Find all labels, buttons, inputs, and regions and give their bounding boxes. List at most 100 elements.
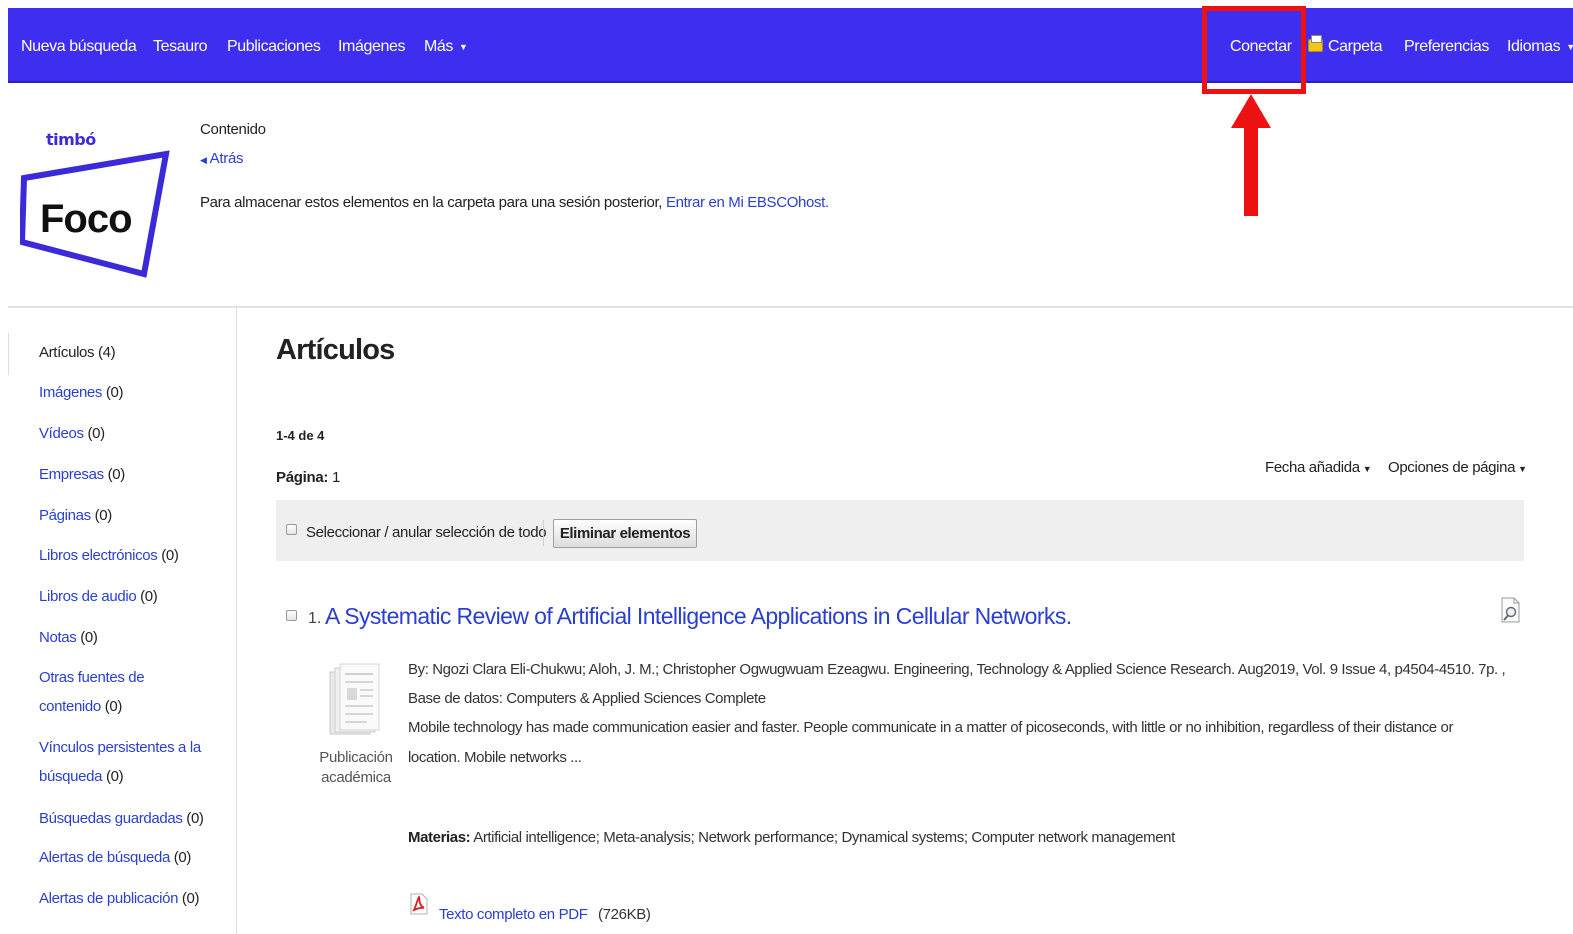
subjects-list: Artificial intelligence; Meta-analysis; … [473,829,1175,846]
nav-publications[interactable]: Publicaciones [227,8,321,83]
result-abstract-line2: location. Mobile networks ... [408,749,582,766]
store-message-text: Para almacenar estos elementos en la car… [200,194,663,211]
result-title-link[interactable]: A Systematic Review of Artificial Intell… [325,603,1072,630]
nav-languages[interactable]: Idiomas ▼ [1507,8,1573,83]
pagination: Página: 1 [276,469,340,486]
results-range: 1-4 de 4 [276,428,325,443]
sidebar-item-count: (0) [104,698,123,715]
store-message: Para almacenar estos elementos en la car… [200,194,829,211]
sidebar-edge [8,333,14,375]
sidebar-item-count: (0) [80,629,98,646]
sidebar-item-ebooks[interactable]: Libros electrónicos (0) [39,541,179,570]
brand-logo-text: Foco [40,197,133,241]
sidebar-item-label: Empresas [39,466,104,483]
brand-logo-small: timbó [46,130,96,149]
pdf-file-size: (726KB) [598,906,651,923]
result-database: Base de datos: Computers & Applied Scien… [408,690,766,707]
page-options-dropdown[interactable]: Opciones de página ▼ [1388,459,1527,476]
sidebar-item-count: (0) [181,890,200,907]
nav-preferences[interactable]: Preferencias [1404,8,1489,83]
sidebar-item-saved-searches[interactable]: Búsquedas guardadas (0) [39,804,204,833]
nav-images[interactable]: Imágenes [338,8,405,83]
sidebar-item-label: Páginas [39,507,91,524]
chevron-down-icon: ▼ [459,42,468,52]
sidebar-item-label: contenido [39,698,101,715]
toolbar-divider [543,520,544,546]
publication-type: Publicación académica [318,748,394,788]
sidebar-item-audiobooks[interactable]: Libros de audio (0) [39,582,158,611]
sidebar-item-images[interactable]: Imágenes (0) [39,378,124,407]
sidebar-item-publication-alerts[interactable]: Alertas de publicación (0) [39,884,200,913]
sidebar-item-count: (0) [186,810,204,827]
folder-icon [1308,35,1323,52]
sidebar-item-count: (0) [94,507,113,524]
academic-journal-icon [329,663,380,735]
pdf-icon[interactable] [409,893,429,915]
nav-thesaurus[interactable]: Tesauro [153,8,208,83]
nav-folder[interactable]: Carpeta [1308,8,1383,83]
remove-items-button[interactable]: Eliminar elementos [553,519,697,548]
select-all-checkbox[interactable] [286,524,297,535]
sidebar-item-count: (0) [105,768,124,785]
publication-type-line1: Publicación [319,749,393,766]
nav-more[interactable]: Más ▼ [424,8,468,83]
header-divider [8,306,1573,308]
sort-dropdown[interactable]: Fecha añadida ▼ [1265,459,1372,476]
sidebar-item-label: Notas [39,629,77,646]
result-abstract-line1: Mobile technology has made communication… [408,719,1454,736]
top-navigation-bar: Nueva búsqueda Tesauro Publicaciones Imá… [8,8,1573,83]
preview-magnifier-icon[interactable] [1499,597,1521,623]
sidebar-item-count: (0) [105,384,124,401]
sidebar-item-label: Libros de audio [39,588,137,605]
annotation-highlight-box [1202,6,1306,94]
sidebar-item-articles[interactable]: Artículos (4) [39,338,116,367]
nav-new-search[interactable]: Nueva búsqueda [21,8,137,83]
select-all-label[interactable]: Seleccionar / anular selección de todo [306,524,547,541]
page-title: Artículos [276,334,395,366]
annotation-arrow-icon [1231,94,1271,128]
sidebar-item-count: (0) [140,588,158,605]
caret-down-icon: ▼ [1518,464,1527,474]
sidebar-item-label: búsqueda [39,768,103,785]
sidebar-item-label: Vídeos [39,425,84,442]
pdf-full-text-link[interactable]: Texto completo en PDF [439,906,588,923]
sidebar-item-label: Imágenes [39,384,103,401]
sign-in-link[interactable]: Entrar en Mi EBSCOhost. [666,194,829,211]
sidebar-item-label: Libros electrónicos [39,547,158,564]
result-number: 1. [308,610,322,627]
pagination-label: Página: [276,469,329,486]
chevron-down-icon: ▼ [1566,42,1573,52]
result-byline: By: Ngozi Clara Eli-Chukwu; Aloh, J. M.;… [408,661,1506,678]
subjects-label: Materias: [408,829,471,846]
sidebar-item-search-alerts[interactable]: Alertas de búsqueda (0) [39,843,191,872]
sidebar-item-companies[interactable]: Empresas (0) [39,460,125,489]
sidebar-item-notes[interactable]: Notas (0) [39,623,98,652]
sidebar-item-persistent-links[interactable]: Vínculos persistentes a la búsqueda (0) [39,733,201,791]
sidebar-item-label: Artículos [39,344,95,361]
sidebar-item-pages[interactable]: Páginas (0) [39,501,112,530]
sidebar-item-label: Búsquedas guardadas [39,810,183,827]
sidebar-item-other-sources[interactable]: Otras fuentes de contenido (0) [39,663,145,721]
nav-languages-label: Idiomas [1507,38,1561,55]
sidebar-item-label: Alertas de búsqueda [39,849,170,866]
sidebar-item-label: Alertas de publicación [39,890,179,907]
annotation-arrow-shaft [1244,124,1258,216]
back-link[interactable]: ◀ Atrás [200,150,243,167]
back-link-label: Atrás [209,150,244,167]
sidebar-item-count: (0) [87,425,105,442]
sidebar-item-label: Otras fuentes de [39,669,145,686]
chevron-left-icon: ◀ [200,155,207,165]
page-number-link[interactable]: 1 [332,469,340,486]
sidebar-item-count: (0) [173,849,192,866]
sidebar-item-label: Vínculos persistentes a la [39,739,201,756]
page-options-label: Opciones de página [1388,459,1516,476]
sort-dropdown-label: Fecha añadida [1265,459,1360,476]
sidebar-item-count: (0) [161,547,179,564]
nav-folder-label: Carpeta [1328,38,1383,55]
result-checkbox[interactable] [286,610,297,621]
contents-label: Contenido [200,121,266,138]
sidebar-item-count: (4) [98,344,116,361]
sidebar-item-videos[interactable]: Vídeos (0) [39,419,105,448]
caret-down-icon: ▼ [1362,464,1372,474]
nav-more-label: Más [424,38,454,55]
